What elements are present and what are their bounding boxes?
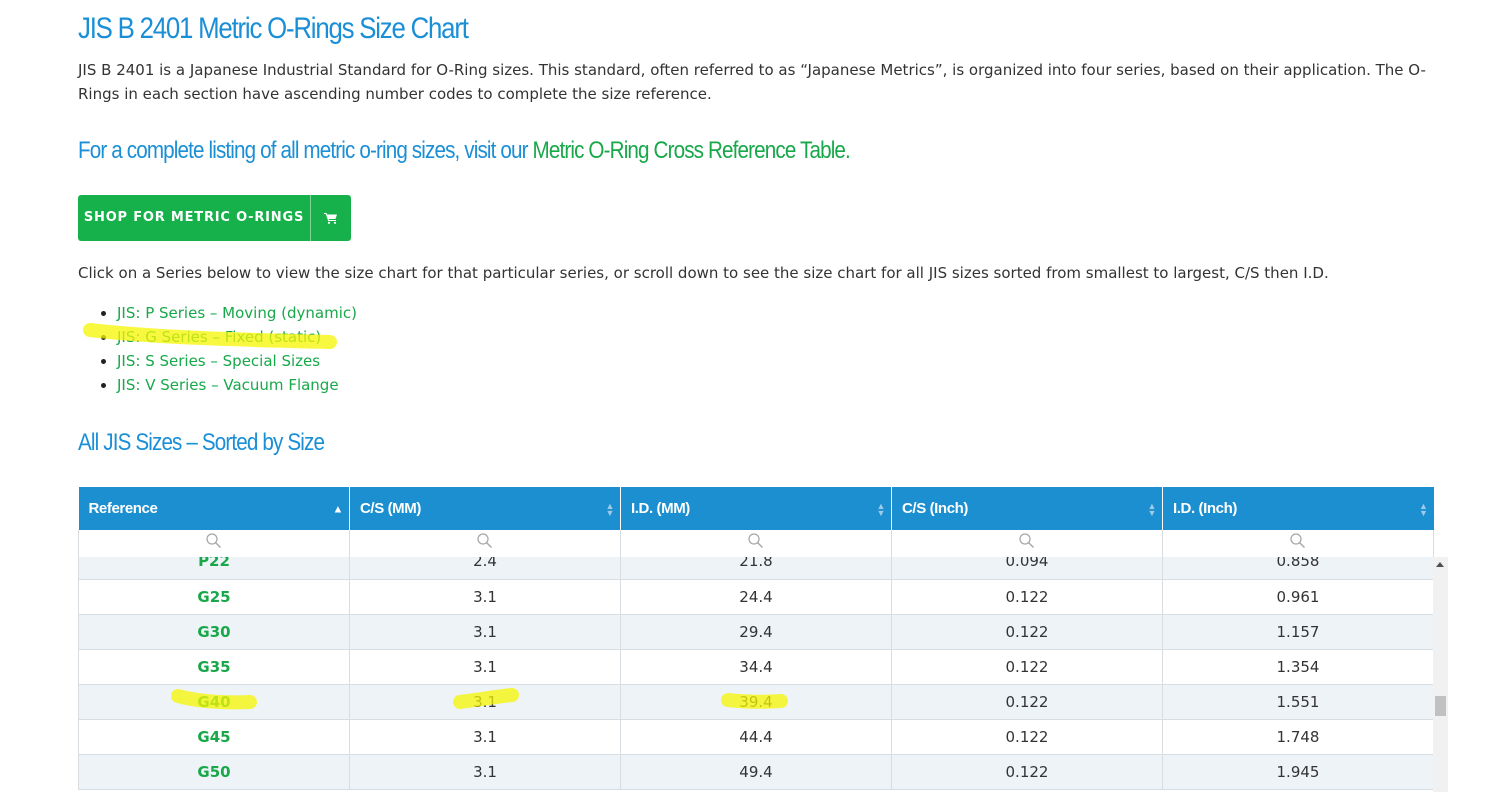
- sort-ascending-icon: ▲: [332, 503, 344, 515]
- cs-inch-cell: 0.122: [891, 579, 1163, 615]
- id-mm-cell: 44.4: [620, 719, 892, 755]
- filter-row: [78, 530, 1434, 557]
- filter-reference[interactable]: [78, 530, 350, 557]
- cs-mm-cell: 3.1: [349, 719, 621, 755]
- id-inch-cell: 0.858: [1162, 557, 1434, 580]
- shop-button-label: SHOP FOR METRIC O-RINGS: [78, 195, 311, 241]
- id-inch-cell: 1.945: [1162, 754, 1434, 790]
- cross-reference-link[interactable]: Metric O-Ring Cross Reference Table.: [533, 137, 851, 164]
- sort-icon: ▲ ▼: [605, 500, 614, 518]
- table-row: G50 3.1 49.4 0.122 1.945: [78, 754, 1434, 790]
- sort-icon: ▲ ▼: [1147, 500, 1156, 518]
- cs-mm-cell: 3.1: [349, 614, 621, 650]
- cs-mm-cell: 3.1: [349, 649, 621, 685]
- reference-cell[interactable]: G30: [78, 614, 350, 650]
- cs-mm-cell: 3.1: [349, 579, 621, 615]
- table-row: P22 2.4 21.8 0.094 0.858: [78, 557, 1434, 580]
- reference-cell[interactable]: G40: [78, 684, 350, 720]
- reference-cell[interactable]: G35: [78, 649, 350, 685]
- table-row: G30 3.1 29.4 0.122 1.157: [78, 614, 1434, 650]
- cs-mm-cell: 3.1: [349, 754, 621, 790]
- id-mm-cell: 49.4: [620, 754, 892, 790]
- scroll-up-arrow-icon[interactable]: [1436, 562, 1444, 567]
- column-header-reference[interactable]: Reference ▲: [78, 487, 350, 530]
- series-link-s[interactable]: JIS: S Series – Special Sizes: [117, 352, 320, 370]
- reference-cell[interactable]: G45: [78, 719, 350, 755]
- column-header-id-mm[interactable]: I.D. (MM) ▲ ▼: [620, 487, 892, 530]
- id-inch-cell: 1.551: [1162, 684, 1434, 720]
- cs-inch-cell: 0.122: [891, 684, 1163, 720]
- search-icon: [477, 533, 493, 549]
- search-icon: [748, 533, 764, 549]
- series-item-v: JIS: V Series – Vacuum Flange: [117, 373, 357, 397]
- size-table-body[interactable]: P22 2.4 21.8 0.094 0.858 G25 3.1 24.4 0.…: [78, 557, 1448, 792]
- id-mm-cell: 21.8: [620, 557, 892, 580]
- cs-inch-cell: 0.122: [891, 754, 1163, 790]
- search-icon: [1019, 533, 1035, 549]
- all-sizes-heading: All JIS Sizes – Sorted by Size: [78, 429, 325, 456]
- intro-paragraph: JIS B 2401 is a Japanese Industrial Stan…: [78, 61, 1426, 103]
- filter-id-mm[interactable]: [620, 530, 892, 557]
- cart-icon: [311, 212, 351, 224]
- id-inch-cell: 1.354: [1162, 649, 1434, 685]
- cs-inch-cell: 0.122: [891, 719, 1163, 755]
- table-row: G35 3.1 34.4 0.122 1.354: [78, 649, 1434, 685]
- reference-cell[interactable]: G25: [78, 579, 350, 615]
- cross-reference-prefix: For a complete listing of all metric o-r…: [78, 137, 533, 164]
- id-mm-cell: 29.4: [620, 614, 892, 650]
- table-row: G45 3.1 44.4 0.122 1.748: [78, 719, 1434, 755]
- shop-metric-orings-button[interactable]: SHOP FOR METRIC O-RINGS: [78, 195, 351, 241]
- filter-cs-mm[interactable]: [349, 530, 621, 557]
- column-header-cs-mm[interactable]: C/S (MM) ▲ ▼: [349, 487, 621, 530]
- page: JIS B 2401 Metric O-Rings Size Chart JIS…: [0, 0, 1508, 792]
- scrollbar-thumb[interactable]: [1435, 696, 1446, 716]
- series-link-p[interactable]: JIS: P Series – Moving (dynamic): [117, 304, 357, 322]
- search-icon: [1290, 533, 1306, 549]
- series-link-v[interactable]: JIS: V Series – Vacuum Flange: [117, 376, 339, 394]
- series-item-s: JIS: S Series – Special Sizes: [117, 349, 357, 373]
- reference-cell[interactable]: P22: [78, 557, 350, 580]
- sort-icon: ▲ ▼: [876, 500, 885, 518]
- id-inch-cell: 1.748: [1162, 719, 1434, 755]
- sort-icon: ▲ ▼: [1418, 500, 1428, 518]
- filter-cs-inch[interactable]: [891, 530, 1163, 557]
- cross-reference-callout: For a complete listing of all metric o-r…: [78, 137, 851, 165]
- series-item-p: JIS: P Series – Moving (dynamic): [117, 301, 357, 325]
- page-title: JIS B 2401 Metric O-Rings Size Chart: [78, 12, 469, 45]
- id-mm-cell: 34.4: [620, 649, 892, 685]
- cs-inch-cell: 0.122: [891, 614, 1163, 650]
- column-header-id-inch[interactable]: I.D. (Inch) ▲ ▼: [1162, 487, 1434, 530]
- id-mm-cell: 24.4: [620, 579, 892, 615]
- series-item-g: JIS: G Series – Fixed (static): [117, 325, 357, 349]
- cs-inch-cell: 0.094: [891, 557, 1163, 580]
- filter-id-inch[interactable]: [1162, 530, 1434, 557]
- table-scrollbar[interactable]: [1433, 557, 1448, 792]
- reference-cell[interactable]: G50: [78, 754, 350, 790]
- series-link-g[interactable]: JIS: G Series – Fixed (static): [117, 328, 321, 346]
- cs-mm-cell: 3.1: [349, 684, 621, 720]
- cs-inch-cell: 0.122: [891, 649, 1163, 685]
- series-list: JIS: P Series – Moving (dynamic) JIS: G …: [78, 301, 357, 397]
- table-row: G40 3.1 39.4 0.122 1.551: [78, 684, 1434, 720]
- id-mm-cell: 39.4: [620, 684, 892, 720]
- series-instructions: Click on a Series below to view the size…: [78, 264, 1329, 282]
- cs-mm-cell: 2.4: [349, 557, 621, 580]
- id-inch-cell: 0.961: [1162, 579, 1434, 615]
- search-icon: [206, 533, 222, 549]
- id-inch-cell: 1.157: [1162, 614, 1434, 650]
- size-table-header: Reference ▲ C/S (MM) ▲ ▼ I.D. (MM) ▲ ▼ C/S…: [78, 487, 1434, 557]
- table-row: G25 3.1 24.4 0.122 0.961: [78, 579, 1434, 615]
- column-header-cs-inch[interactable]: C/S (Inch) ▲ ▼: [891, 487, 1163, 530]
